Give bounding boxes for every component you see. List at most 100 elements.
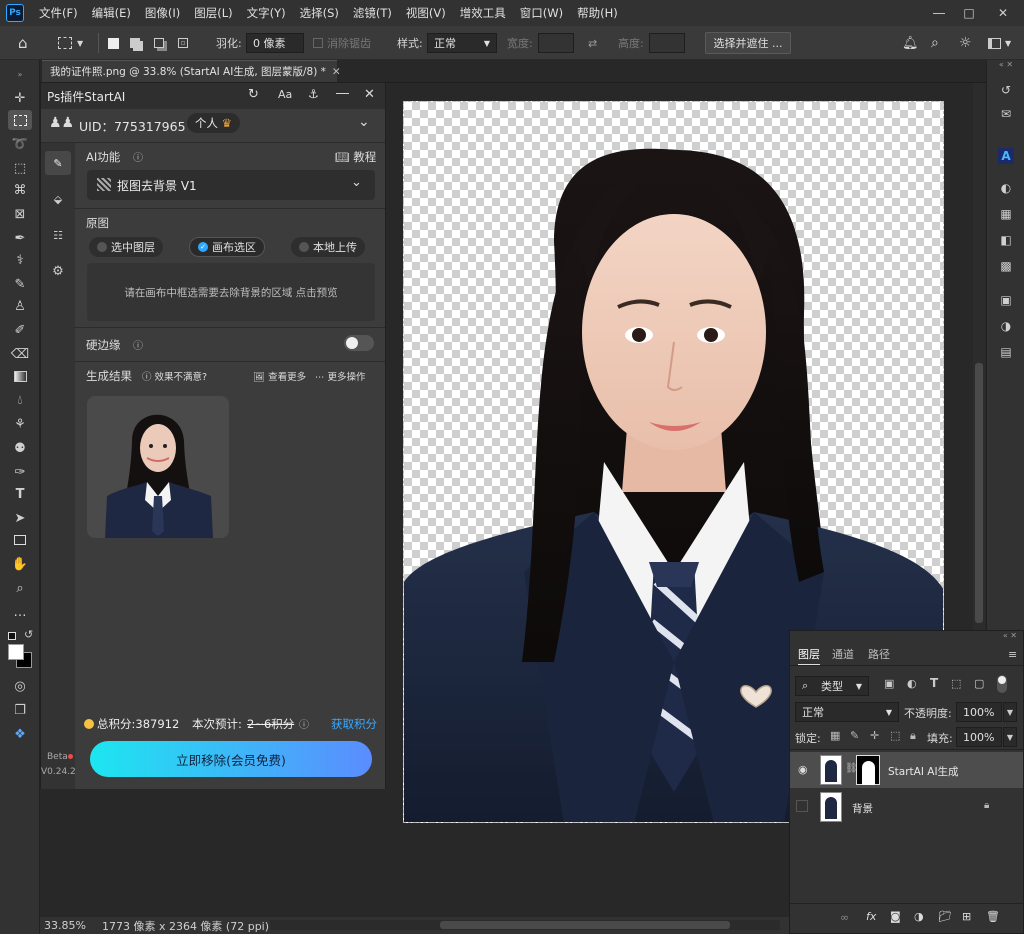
tab-channels[interactable]: 通道 xyxy=(832,643,854,665)
comment-icon[interactable]: ✉ xyxy=(998,106,1014,122)
layer-row[interactable]: ◉ ⛓︎ StartAI AI生成 xyxy=(790,752,1023,788)
menu-filter[interactable]: 滤镜(T) xyxy=(346,5,399,21)
scrollbar-thumb[interactable] xyxy=(440,921,730,929)
lock-transparent-icon[interactable]: ▦ xyxy=(830,729,840,742)
link-layers-icon[interactable]: ∞ xyxy=(840,911,849,924)
foreground-color-swatch[interactable] xyxy=(8,644,24,660)
hard-edge-toggle[interactable] xyxy=(344,335,374,351)
lightbulb-icon[interactable]: ☼ xyxy=(959,26,972,60)
type-tool-icon[interactable]: T xyxy=(8,484,32,504)
language-button[interactable]: Aa xyxy=(278,88,292,101)
history-icon[interactable]: ↺ xyxy=(998,82,1014,98)
filter-toggle[interactable] xyxy=(997,675,1007,693)
lock-artboard-icon[interactable]: ⬚ xyxy=(890,729,900,742)
properties-icon[interactable]: ▤ xyxy=(998,344,1014,360)
dodge-tool-icon[interactable]: ⚘ xyxy=(8,414,32,434)
healing-brush-tool-icon[interactable]: ⚕ xyxy=(8,250,32,270)
result-thumbnail[interactable] xyxy=(87,396,229,538)
workspace-icon[interactable]: ▼ xyxy=(988,26,1011,60)
fill-input[interactable]: 100% xyxy=(956,727,1002,747)
see-more-link[interactable]: 🖼︎ 查看更多 xyxy=(253,369,306,383)
info-icon[interactable]: ⓘ xyxy=(133,149,143,164)
history-brush-tool-icon[interactable]: ✐ xyxy=(8,320,32,340)
stamp-tool-icon[interactable]: ♙ xyxy=(8,296,32,316)
rectangle-tool-icon[interactable] xyxy=(8,530,32,550)
get-points-link[interactable]: 获取积分 xyxy=(331,716,377,732)
filter-pixel-icon[interactable]: ▣ xyxy=(884,677,894,690)
menu-type[interactable]: 文字(Y) xyxy=(240,5,293,21)
menu-select[interactable]: 选择(S) xyxy=(293,5,346,21)
layer-row[interactable]: 背景 🔒︎ xyxy=(790,789,1023,825)
subtract-selection-icon[interactable] xyxy=(154,26,164,60)
swap-icon[interactable]: ⇄ xyxy=(588,26,597,60)
source-option-selected-layer[interactable]: 选中图层 xyxy=(89,237,163,257)
marquee-preset-icon[interactable]: ▼ xyxy=(58,26,83,60)
layer-name[interactable]: StartAI AI生成 xyxy=(888,764,959,779)
layer-mask-thumbnail[interactable] xyxy=(856,755,880,785)
hard-edge-info-icon[interactable]: ⓘ xyxy=(133,337,143,352)
sidebar-document-icon[interactable]: ☷ xyxy=(45,223,71,247)
remove-now-button[interactable]: 立即移除(会员免费) xyxy=(90,741,372,777)
maximize-icon[interactable]: □ xyxy=(954,0,984,26)
antialias-checkbox[interactable]: 消除锯齿 xyxy=(313,26,371,60)
menu-plugins[interactable]: 增效工具 xyxy=(453,5,513,21)
opacity-input[interactable]: 100% xyxy=(956,702,1002,722)
lock-all-icon[interactable]: 🔒︎ xyxy=(910,729,916,743)
chevron-down-icon[interactable]: ⌄ xyxy=(358,114,370,130)
plugin-tool-icon[interactable]: ❖ xyxy=(8,724,32,744)
panel-menu-icon[interactable]: ≡ xyxy=(1008,648,1017,661)
libraries-icon[interactable]: ▣ xyxy=(998,292,1014,308)
search-icon[interactable]: ⌕ xyxy=(931,26,939,60)
blur-tool-icon[interactable]: 💧︎ xyxy=(8,390,32,410)
sidebar-settings-icon[interactable]: ⚙ xyxy=(45,259,71,283)
startai-icon[interactable]: A xyxy=(998,148,1014,164)
filter-smart-object-icon[interactable]: ▢ xyxy=(974,677,984,690)
add-mask-icon[interactable]: ◙ xyxy=(890,910,901,923)
more-actions-link[interactable]: ⋯ 更多操作 xyxy=(315,369,366,383)
select-and-mask-button[interactable]: 选择并遮住 ... xyxy=(705,32,791,54)
menu-edit[interactable]: 编辑(E) xyxy=(85,5,138,21)
feather-input[interactable]: 0 像素 xyxy=(246,33,304,53)
eyedropper-tool-icon[interactable]: ✒ xyxy=(8,228,32,248)
gradients-icon[interactable]: ◧ xyxy=(998,232,1014,248)
filter-kind-select[interactable]: ⌕ 类型 ▼ xyxy=(795,676,869,696)
patterns-icon[interactable]: ▩ xyxy=(998,258,1014,274)
zoom-brush-tool-icon[interactable]: ⚉ xyxy=(8,438,32,458)
rect-marquee-tool-icon[interactable] xyxy=(8,110,32,130)
close-icon[interactable]: ✕ xyxy=(988,0,1018,26)
layers-panel-collapse-icon[interactable]: « ✕ xyxy=(790,631,1023,641)
refresh-icon[interactable]: ↻ xyxy=(248,87,259,102)
collapse-toolbar-icon[interactable]: » xyxy=(8,64,32,84)
fill-dropdown-icon[interactable]: ▼ xyxy=(1003,727,1017,747)
quick-mask-icon[interactable]: ◎ xyxy=(8,676,32,696)
preview-hint[interactable]: 请在画布中框选需要去除背景的区域 点击预览 xyxy=(87,263,375,321)
menu-layer[interactable]: 图层(L) xyxy=(187,5,239,21)
cost-info-icon[interactable]: ⓘ xyxy=(299,716,309,731)
adjustment-layer-icon[interactable]: ◑ xyxy=(914,910,924,923)
blend-mode-select[interactable]: 正常 ▼ xyxy=(795,702,899,722)
new-selection-icon[interactable] xyxy=(108,26,119,60)
menu-help[interactable]: 帮助(H) xyxy=(570,5,625,21)
eraser-tool-icon[interactable]: ⌫ xyxy=(8,344,32,364)
zoom-level[interactable]: 33.85% xyxy=(44,919,86,932)
default-colors-icon[interactable] xyxy=(8,632,16,640)
lasso-tool-icon[interactable]: ➰ xyxy=(8,134,32,154)
path-select-tool-icon[interactable]: ➤ xyxy=(8,508,32,528)
new-group-icon[interactable]: 📁︎ xyxy=(938,910,952,923)
filter-adjustment-icon[interactable]: ◐ xyxy=(907,677,917,690)
home-icon[interactable]: ⌂ xyxy=(18,26,28,60)
opacity-dropdown-icon[interactable]: ▼ xyxy=(1003,702,1017,722)
screen-mode-icon[interactable]: ❐ xyxy=(8,700,32,720)
swatches-icon[interactable]: ▦ xyxy=(998,206,1014,222)
visibility-eye-icon[interactable]: ◉ xyxy=(798,763,808,776)
close-panel-icon[interactable]: ✕ xyxy=(364,87,375,102)
scrollbar-thumb[interactable] xyxy=(975,363,983,623)
height-input[interactable] xyxy=(649,33,685,53)
filter-type-icon[interactable]: T xyxy=(930,676,938,690)
minimize-icon[interactable]: ― xyxy=(924,0,954,26)
sidebar-layers-icon[interactable]: ⬙ xyxy=(45,187,71,211)
visibility-toggle[interactable] xyxy=(796,800,808,812)
crop-tool-icon[interactable]: ⌘ xyxy=(8,180,32,200)
add-selection-icon[interactable] xyxy=(130,26,140,60)
lock-position-icon[interactable]: ✛ xyxy=(870,729,879,742)
